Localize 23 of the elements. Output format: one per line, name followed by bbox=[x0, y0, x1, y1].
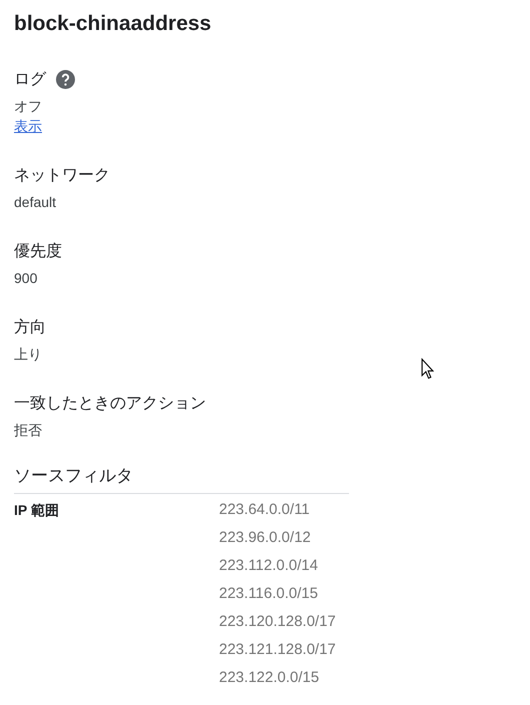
field-label: 優先度 bbox=[14, 242, 62, 262]
ip-range-value: 223.64.0.0/11 bbox=[219, 500, 311, 520]
show-link[interactable]: 表示 bbox=[14, 116, 42, 136]
ip-range-value: 223.120.128.0/17 bbox=[219, 612, 336, 632]
section-heading: ソースフィルタ bbox=[14, 464, 349, 494]
field-label: 一致したときのアクション bbox=[14, 394, 206, 414]
ip-range-value: 223.96.0.0/12 bbox=[219, 528, 312, 548]
page-title: block-chinaaddress bbox=[14, 12, 212, 36]
field-value: オフ bbox=[14, 97, 42, 116]
mouse-cursor-icon bbox=[421, 358, 434, 380]
ip-range-value: 223.112.0.0/14 bbox=[219, 556, 319, 576]
field-label: ネットワーク bbox=[14, 166, 110, 186]
row-label: IP 範囲 bbox=[14, 501, 60, 520]
field-value: default bbox=[14, 193, 56, 212]
field-label: 方向 bbox=[14, 318, 46, 338]
ip-range-value: 223.122.0.0/15 bbox=[219, 668, 320, 688]
field-value: 900 bbox=[14, 269, 38, 288]
field-label: ログ bbox=[14, 70, 46, 90]
ip-range-value: 223.116.0.0/15 bbox=[219, 584, 319, 604]
field-value: 上り bbox=[14, 345, 42, 364]
ip-range-value: 223.121.128.0/17 bbox=[219, 640, 336, 660]
help-icon[interactable] bbox=[56, 70, 75, 88]
field-value: 拒否 bbox=[14, 421, 42, 440]
